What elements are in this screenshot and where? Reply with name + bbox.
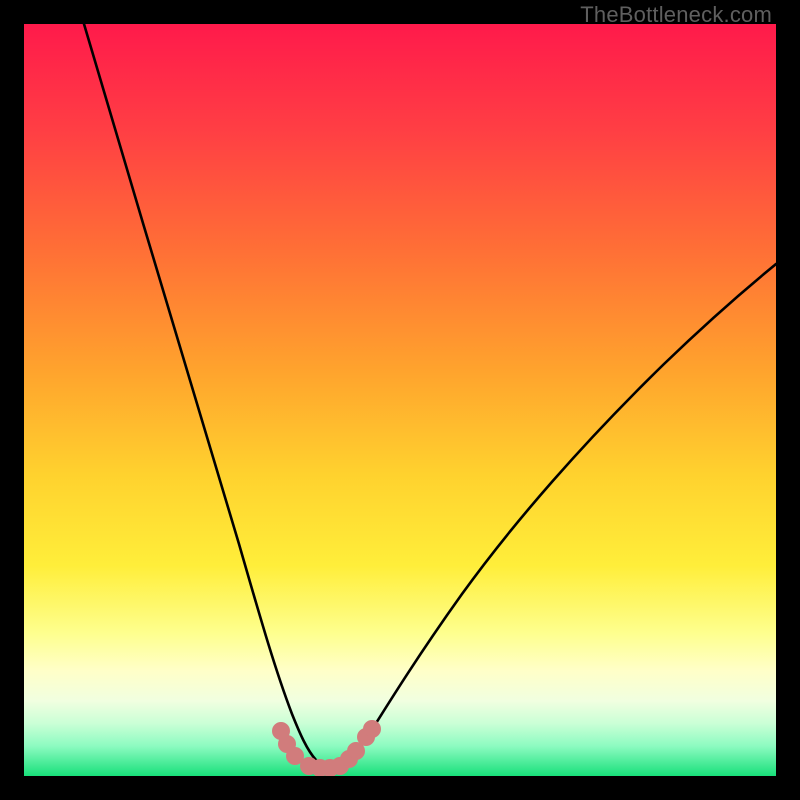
marker-dot	[364, 721, 381, 738]
watermark-text: TheBottleneck.com	[580, 2, 772, 28]
marker-dot	[348, 743, 365, 760]
bottleneck-chart	[24, 24, 776, 776]
marker-dot	[287, 748, 304, 765]
chart-frame	[24, 24, 776, 776]
gradient-background	[24, 24, 776, 776]
